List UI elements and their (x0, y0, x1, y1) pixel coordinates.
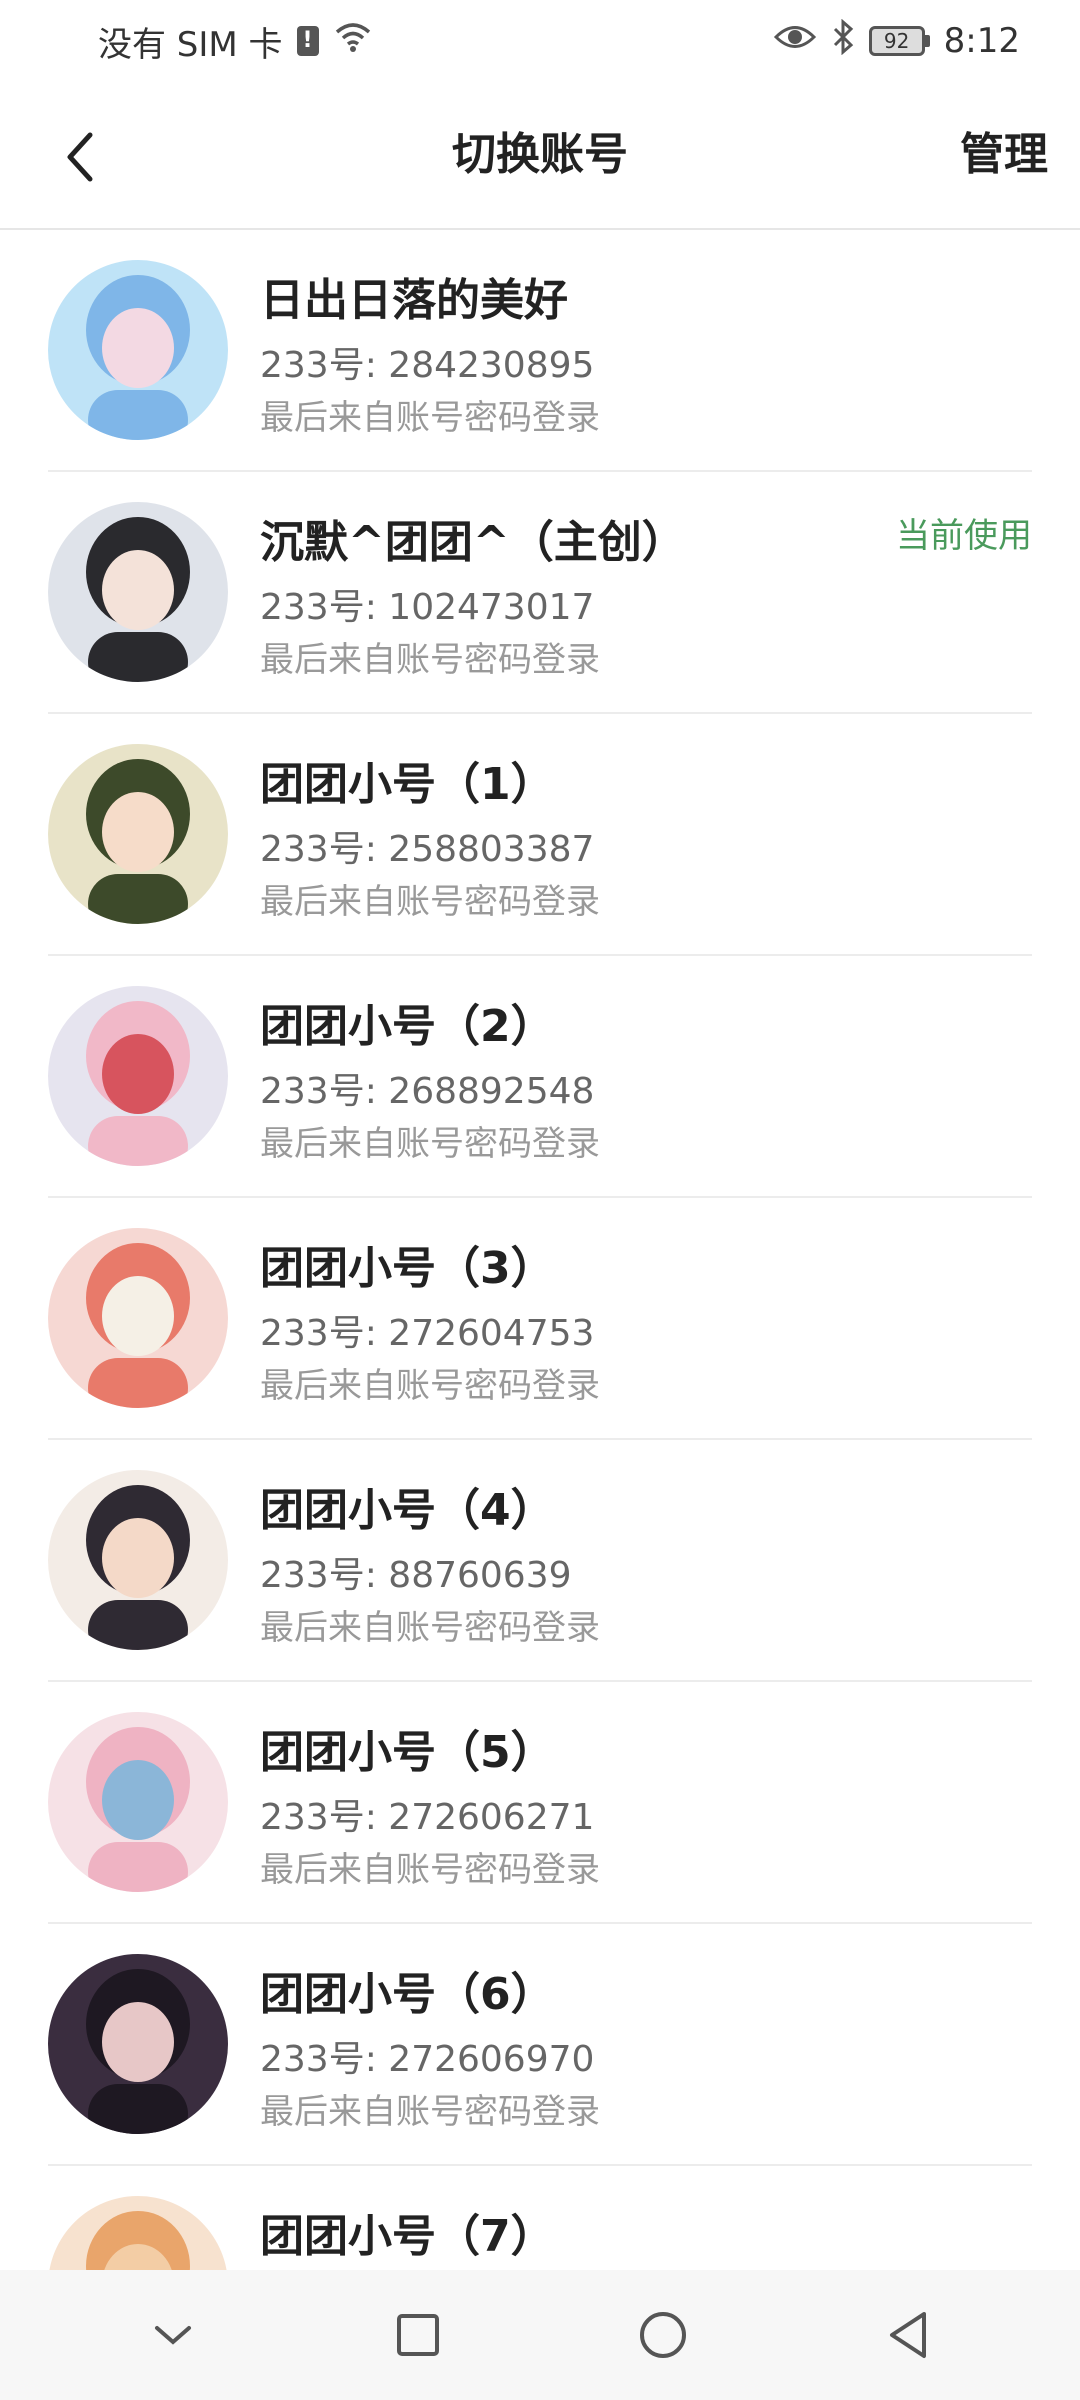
account-id: 233号: 88760639 (260, 1555, 572, 1596)
avatar-image (48, 744, 228, 924)
triangle-back-icon (889, 2312, 926, 2358)
account-item-6[interactable]: 团团小号（5） 233号: 272606271 最后来自账号密码登录 (48, 1682, 1032, 1924)
circle-icon (639, 2312, 686, 2358)
avatar (48, 744, 228, 924)
account-id: 233号: 258803387 (260, 829, 595, 870)
avatar (48, 1712, 228, 1892)
avatar-image (48, 986, 228, 1166)
account-login-method: 最后来自账号密码登录 (260, 1608, 600, 1648)
account-login-method: 最后来自账号密码登录 (260, 1850, 600, 1890)
account-id: 233号: 272604753 (260, 1313, 595, 1354)
account-name: 团团小号（1） (260, 759, 555, 810)
account-login-method: 最后来自账号密码登录 (260, 1366, 600, 1406)
current-account-badge: 当前使用 (896, 516, 1032, 556)
account-name: 团团小号（6） (260, 1969, 555, 2020)
account-item-1[interactable]: 沉默^团团^（主创） 233号: 102473017 最后来自账号密码登录 当前… (48, 472, 1032, 714)
manage-button[interactable]: 管理 (960, 82, 1048, 228)
account-id: 233号: 284230895 (260, 345, 595, 386)
nav-back-button[interactable] (863, 2290, 953, 2380)
avatar (48, 2196, 228, 2270)
avatar (48, 502, 228, 682)
avatar-image (48, 2196, 228, 2270)
avatar-image (48, 1470, 228, 1650)
account-name: 团团小号（5） (260, 1727, 555, 1778)
page-title: 切换账号 (452, 129, 628, 180)
battery-level: 92 (868, 26, 925, 56)
account-name: 团团小号（4） (260, 1485, 555, 1536)
avatar (48, 260, 228, 440)
chevron-down-icon (154, 2326, 191, 2345)
account-name: 团团小号（3） (260, 1243, 555, 1294)
system-nav-bar (0, 2270, 1080, 2400)
account-item-7[interactable]: 团团小号（6） 233号: 272606970 最后来自账号密码登录 (48, 1924, 1032, 2166)
status-left: 没有 SIM 卡 ! (98, 17, 373, 66)
sim-alert-icon: ! (296, 26, 319, 56)
avatar-image (48, 260, 228, 440)
avatar-image (48, 1228, 228, 1408)
avatar (48, 986, 228, 1166)
account-name: 团团小号（2） (260, 1001, 555, 1052)
status-bar: 没有 SIM 卡 ! 92 8:12 (0, 0, 1080, 82)
account-name: 日出日落的美好 (260, 275, 568, 326)
account-id: 233号: 268892548 (260, 1071, 595, 1112)
avatar-image (48, 1712, 228, 1892)
account-item-8[interactable]: 团团小号（7） (48, 2166, 1032, 2270)
square-icon (396, 2314, 439, 2356)
nav-hide-button[interactable] (128, 2290, 218, 2380)
account-login-method: 最后来自账号密码登录 (260, 398, 600, 438)
account-login-method: 最后来自账号密码登录 (260, 1124, 600, 1164)
avatar (48, 1954, 228, 2134)
header: 切换账号 管理 (0, 82, 1080, 230)
status-right: 92 8:12 (773, 18, 1020, 64)
account-item-5[interactable]: 团团小号（4） 233号: 88760639 最后来自账号密码登录 (48, 1440, 1032, 1682)
wifi-icon (333, 20, 373, 63)
account-name: 团团小号（7） (260, 2211, 555, 2262)
avatar-image (48, 1954, 228, 2134)
eye-icon (773, 21, 817, 61)
bluetooth-icon (831, 18, 855, 64)
battery-tip (924, 35, 930, 47)
battery-icon: 92 (868, 26, 930, 56)
account-id: 233号: 102473017 (260, 587, 595, 628)
avatar (48, 1470, 228, 1650)
account-list: 日出日落的美好 233号: 284230895 最后来自账号密码登录 沉默^团团… (0, 230, 1080, 2270)
clock-text: 8:12 (943, 21, 1020, 61)
account-id: 233号: 272606271 (260, 1797, 595, 1838)
account-id: 233号: 272606970 (260, 2039, 595, 2080)
avatar (48, 1228, 228, 1408)
carrier-text: 没有 SIM 卡 (98, 24, 283, 65)
account-item-2[interactable]: 团团小号（1） 233号: 258803387 最后来自账号密码登录 (48, 714, 1032, 956)
account-item-3[interactable]: 团团小号（2） 233号: 268892548 最后来自账号密码登录 (48, 956, 1032, 1198)
account-login-method: 最后来自账号密码登录 (260, 640, 600, 680)
nav-recents-button[interactable] (373, 2290, 463, 2380)
account-name: 沉默^团团^（主创） (260, 517, 686, 568)
account-login-method: 最后来自账号密码登录 (260, 2092, 600, 2132)
account-login-method: 最后来自账号密码登录 (260, 882, 600, 922)
account-item-0[interactable]: 日出日落的美好 233号: 284230895 最后来自账号密码登录 (48, 230, 1032, 472)
account-item-4[interactable]: 团团小号（3） 233号: 272604753 最后来自账号密码登录 (48, 1198, 1032, 1440)
nav-home-button[interactable] (618, 2290, 708, 2380)
avatar-image (48, 502, 228, 682)
